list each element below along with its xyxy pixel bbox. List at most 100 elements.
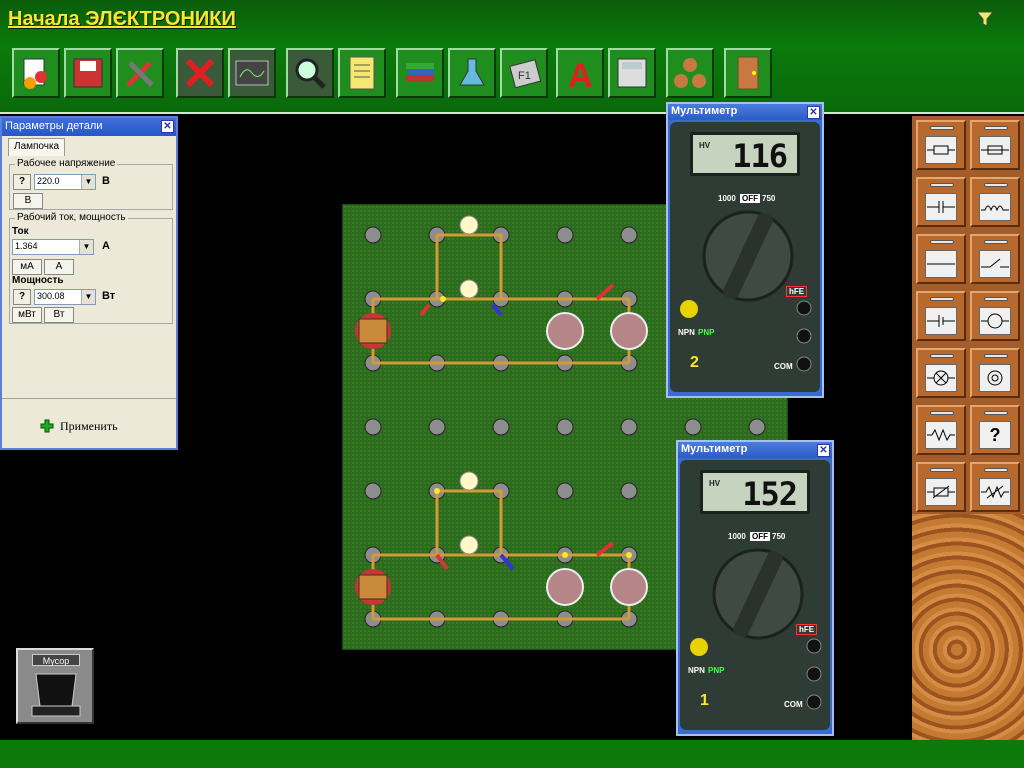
power-help-button[interactable]: ?: [13, 289, 31, 305]
voltage-value: 220.0: [37, 176, 60, 186]
board-peg[interactable]: [620, 482, 638, 500]
voltage-unit-button[interactable]: В: [13, 193, 43, 209]
board-peg[interactable]: [684, 418, 702, 436]
power-unit: Вт: [102, 290, 116, 302]
multimeter-window[interactable]: Мультиметр ✕ HV 152 1000 OFF 750 hFE NPN…: [676, 440, 834, 736]
rotary-dial[interactable]: [700, 208, 796, 304]
probe-jacks[interactable]: [790, 298, 818, 378]
milliwatt-button[interactable]: мВт: [12, 307, 42, 323]
save-button[interactable]: [64, 48, 112, 98]
calculator-button[interactable]: [608, 48, 656, 98]
drawer-variable-resistor-2[interactable]: [970, 462, 1020, 512]
multimeter-body: HV 152 1000 OFF 750 hFE NPN PNP COM 1: [680, 460, 830, 730]
drawer-wire[interactable]: [916, 234, 966, 284]
npn-label: NPN: [688, 666, 705, 675]
drawer-lamp[interactable]: [916, 348, 966, 398]
drawer-ammeter[interactable]: [970, 291, 1020, 341]
drawer-capacitor[interactable]: [916, 177, 966, 227]
current-unit: А: [102, 240, 110, 252]
board-peg[interactable]: [364, 226, 382, 244]
milliampere-button[interactable]: мА: [12, 259, 42, 275]
tools-button[interactable]: [116, 48, 164, 98]
chevron-down-icon[interactable]: ▼: [81, 290, 95, 304]
off-label: OFF: [750, 532, 770, 541]
magnifier-button[interactable]: [286, 48, 334, 98]
drawer-fuse[interactable]: [970, 120, 1020, 170]
trash-bin[interactable]: Мусор: [16, 648, 94, 724]
tab-lamp[interactable]: Лампочка: [8, 138, 66, 156]
board-peg[interactable]: [620, 418, 638, 436]
com-label: COM: [774, 362, 793, 371]
multimeter-number: 1: [700, 692, 709, 709]
hv-indicator: HV: [699, 141, 711, 150]
voltage-unit: В: [102, 175, 110, 187]
power-combo[interactable]: 300.08 ▼: [34, 289, 96, 305]
watt-button[interactable]: Вт: [44, 307, 74, 323]
transistor-socket-icon[interactable]: [678, 298, 700, 320]
part-parameters-panel: Параметры детали ✕ Лампочка Рабочее напр…: [0, 116, 178, 450]
chevron-down-icon[interactable]: ▼: [81, 175, 95, 189]
multimeter-body: HV 116 1000 OFF 750 hFE NPN PNP COM 2: [670, 122, 820, 392]
app-title[interactable]: Начала ЭЛЄКТРОНИКИ: [8, 8, 236, 31]
drawer-polar-capacitor[interactable]: [916, 291, 966, 341]
board-peg[interactable]: [748, 418, 766, 436]
current-label: Ток: [12, 226, 29, 237]
board-peg[interactable]: [556, 418, 574, 436]
voltage-group-label: Рабочее напряжение: [15, 158, 118, 169]
apply-button[interactable]: Применить: [40, 416, 144, 436]
drawer-unknown[interactable]: ?: [970, 405, 1020, 455]
chemistry-button[interactable]: [448, 48, 496, 98]
delete-button[interactable]: [176, 48, 224, 98]
probe-jacks[interactable]: [800, 636, 828, 716]
drawer-resistor-zigzag[interactable]: [916, 405, 966, 455]
voltage-combo[interactable]: 220.0 ▼: [34, 174, 96, 190]
com-label: COM: [784, 700, 803, 709]
voltage-help-button[interactable]: ?: [13, 174, 31, 190]
rotary-dial[interactable]: [710, 546, 806, 642]
filter-icon[interactable]: [976, 10, 994, 28]
range-label: 1000: [728, 532, 746, 541]
current-combo[interactable]: 1.364 ▼: [12, 239, 94, 255]
board-peg[interactable]: [492, 418, 510, 436]
drawer-inductor[interactable]: [970, 177, 1020, 227]
variable-resistor-icon: [925, 478, 957, 506]
close-icon[interactable]: ✕: [807, 106, 820, 119]
switch-icon: [979, 250, 1011, 278]
oscilloscope-button[interactable]: [228, 48, 276, 98]
molecule-button[interactable]: [666, 48, 714, 98]
divider: [2, 398, 176, 399]
close-icon[interactable]: ✕: [817, 444, 830, 457]
multimeter-window[interactable]: Мультиметр ✕ HV 116 1000 OFF 750 hFE NPN…: [666, 102, 824, 398]
chevron-down-icon[interactable]: ▼: [79, 240, 93, 254]
notes-button[interactable]: [338, 48, 386, 98]
ampere-button[interactable]: А: [44, 259, 74, 275]
multimeter-number: 2: [690, 354, 699, 371]
drawer-resistor[interactable]: [916, 120, 966, 170]
close-icon[interactable]: ✕: [161, 120, 174, 133]
transistor-socket-icon[interactable]: [688, 636, 710, 658]
lamp-icon: [459, 215, 479, 555]
drawer-coil[interactable]: [970, 348, 1020, 398]
board-peg[interactable]: [364, 482, 382, 500]
board-peg[interactable]: [556, 226, 574, 244]
status-bar: [0, 740, 1024, 768]
zigzag-resistor-icon: [925, 421, 957, 449]
multimeter-display: HV 116: [690, 132, 800, 176]
new-file-button[interactable]: [12, 48, 60, 98]
lamp-icon: [925, 364, 957, 392]
fuse-icon: [979, 136, 1011, 164]
display-value: 152: [742, 475, 798, 513]
help-f1-button[interactable]: F1: [500, 48, 548, 98]
board-peg[interactable]: [364, 418, 382, 436]
drawer-variable-resistor[interactable]: [916, 462, 966, 512]
exit-button[interactable]: [724, 48, 772, 98]
top-toolbar: Начала ЭЛЄКТРОНИКИ F1 A: [0, 0, 1024, 114]
board-peg[interactable]: [556, 482, 574, 500]
books-button[interactable]: [396, 48, 444, 98]
npn-label: NPN: [678, 328, 695, 337]
board-peg[interactable]: [428, 418, 446, 436]
drawer-switch[interactable]: [970, 234, 1020, 284]
capacitor-icon: [925, 193, 957, 221]
board-peg[interactable]: [620, 226, 638, 244]
font-button[interactable]: A: [556, 48, 604, 98]
